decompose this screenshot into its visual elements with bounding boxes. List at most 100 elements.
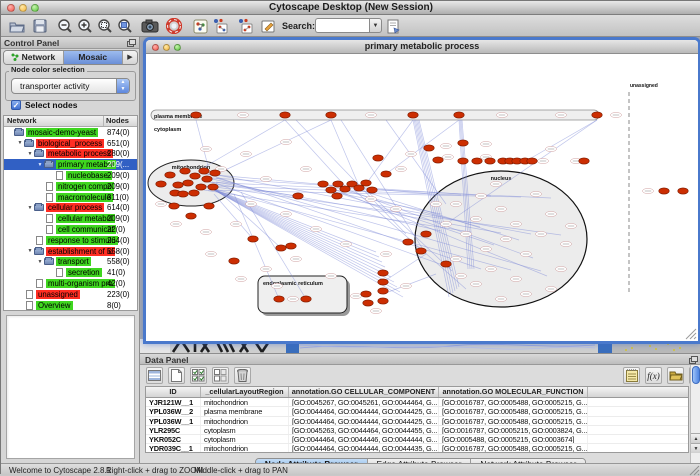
tree-row[interactable]: nucleobase-209(0)	[4, 170, 137, 181]
gene-node[interactable]	[208, 184, 218, 190]
network-canvas[interactable]: plasma membrane cytoplasm mitochondrion …	[146, 54, 698, 341]
tree-node-label[interactable]: unassigned	[36, 290, 80, 299]
zoom-in-icon[interactable]	[76, 17, 94, 35]
gene-node[interactable]	[421, 231, 431, 237]
table-cell[interactable]: cytoplasm	[201, 426, 289, 434]
gene-node[interactable]	[416, 248, 426, 254]
tree-row[interactable]: cell communicat22(0)	[4, 224, 137, 235]
table-cell[interactable]: YJR121W__1	[146, 398, 201, 406]
zoom-out-icon[interactable]	[56, 17, 74, 35]
gene-node[interactable]	[424, 145, 434, 151]
gene-node[interactable]	[485, 158, 495, 164]
create-network-view-icon[interactable]	[236, 17, 254, 35]
gene-node[interactable]	[156, 181, 166, 187]
gene-node[interactable]	[180, 168, 190, 174]
gene-node[interactable]	[286, 243, 296, 249]
gene-node[interactable]	[318, 181, 328, 187]
gene-node[interactable]	[472, 158, 482, 164]
gene-node[interactable]	[458, 140, 468, 146]
select-nodes-checkbox[interactable]: ✓	[11, 100, 21, 110]
table-cell[interactable]: [GO:0044464, GO:0044444, GO:0044435, G..…	[289, 444, 439, 452]
gene-node[interactable]	[189, 190, 199, 196]
tree-node-label[interactable]: secretion	[66, 268, 102, 277]
tree-row[interactable]: ▼biological_process651(0)	[4, 138, 137, 149]
tree-node-label[interactable]: transport	[56, 257, 91, 266]
select-all-attributes-icon[interactable]	[190, 367, 207, 384]
gene-node[interactable]	[403, 239, 413, 245]
gene-node[interactable]	[454, 112, 464, 118]
gene-node[interactable]	[579, 158, 589, 164]
table-cell[interactable]: [GO:0016787, GO:0005215, GO:0003824, G..…	[439, 426, 588, 434]
gene-node[interactable]	[363, 300, 373, 306]
search-dropdown-icon[interactable]: ▼	[369, 18, 382, 33]
gene-node[interactable]	[199, 168, 209, 174]
gene-node[interactable]	[301, 296, 311, 302]
gene-node[interactable]	[173, 182, 183, 188]
float-data-panel-icon[interactable]	[689, 356, 698, 364]
gene-node[interactable]	[204, 203, 214, 209]
network-view-window[interactable]: primary metabolic process plasma membran…	[146, 40, 698, 341]
table-row[interactable]: YKR052Ccytoplasm[GO:0044464, GO:0044446,…	[146, 435, 688, 444]
table-cell[interactable]: cytoplasm	[201, 435, 289, 443]
save-icon[interactable]	[31, 17, 49, 35]
table-cell[interactable]: [GO:0016787, GO:0005488, GO:0005215, G..…	[439, 417, 588, 425]
delete-attribute-icon[interactable]	[234, 367, 251, 384]
tree-node-label[interactable]: multi-organism pro	[46, 279, 115, 288]
manage-networks-icon[interactable]	[191, 17, 209, 35]
gene-node[interactable]	[458, 158, 468, 164]
column-header-id[interactable]: ID	[146, 387, 201, 397]
tree-row[interactable]: ▼primary metabol209(...	[4, 159, 137, 170]
tree-row[interactable]: ▼transport558(0)	[4, 257, 137, 268]
table-cell[interactable]: [GO:0016787, GO:0005488, GO:0005215, G..…	[439, 444, 588, 452]
tree-column-network[interactable]: Network	[4, 116, 104, 126]
select-attributes-icon[interactable]	[146, 367, 163, 384]
tab-mosaic[interactable]: Mosaic	[64, 51, 124, 64]
gene-node[interactable]	[527, 158, 537, 164]
create-attribute-icon[interactable]	[168, 367, 185, 384]
tree-node-label[interactable]: nitrogen compo	[56, 182, 114, 191]
tree-node-label[interactable]: nucleobase-	[66, 171, 112, 180]
node-color-dropdown[interactable]: transporter activity ▲▼	[11, 78, 130, 94]
copy-network-view-icon[interactable]	[211, 17, 229, 35]
gene-node[interactable]	[202, 176, 212, 182]
tree-row[interactable]: unassigned223(0)	[4, 289, 137, 300]
gene-node[interactable]	[592, 112, 602, 118]
gene-node[interactable]	[326, 112, 336, 118]
tree-row[interactable]: ▼cellular process614(0)	[4, 203, 137, 214]
tree-row[interactable]: cellular metabol209(0)	[4, 213, 137, 224]
gene-node[interactable]	[169, 203, 179, 209]
gene-node[interactable]	[378, 298, 388, 304]
import-attributes-icon[interactable]	[667, 367, 684, 384]
tree-node-label[interactable]: mosaic-demo-yeast	[26, 128, 98, 137]
gene-node[interactable]	[441, 261, 451, 267]
tree-node-label[interactable]: metabolic process	[46, 149, 113, 158]
gene-node[interactable]	[678, 188, 688, 194]
table-cell[interactable]: [GO:0045267, GO:0045261, GO:0044464, G..…	[289, 398, 439, 406]
table-cell[interactable]: YDR039C__1	[146, 444, 201, 452]
tree-expander-icon[interactable]: ▼	[16, 140, 24, 146]
tab-overflow-arrow[interactable]: ▶	[123, 51, 137, 64]
column-header-region[interactable]: _cellularLayoutRegion	[201, 387, 289, 397]
tree-row[interactable]: ▼metabolic process280(0)	[4, 149, 137, 160]
tree-row[interactable]: mosaic-demo-yeast874(0)	[4, 127, 137, 138]
gene-node[interactable]	[333, 181, 343, 187]
table-row[interactable]: YPL036W__1mitochondrion[GO:0044464, GO:0…	[146, 417, 688, 426]
gene-node[interactable]	[183, 180, 193, 186]
column-header-molecular-function[interactable]: annotation.GO MOLECULAR_FUNCTION	[439, 387, 588, 397]
birds-eye-view[interactable]	[6, 315, 135, 459]
table-cell[interactable]: plasma membrane	[201, 407, 289, 415]
snapshot-icon[interactable]	[141, 17, 159, 35]
tree-row[interactable]: multi-organism pro42(0)	[4, 278, 137, 289]
zoom-selected-icon[interactable]	[116, 17, 134, 35]
tree-expander-icon[interactable]: ▼	[36, 162, 44, 168]
gene-node[interactable]	[326, 187, 336, 193]
tree-expander-icon[interactable]: ▼	[26, 151, 34, 157]
open-icon[interactable]	[8, 17, 26, 35]
scroll-down-icon[interactable]: ▼	[691, 443, 700, 453]
gene-node[interactable]	[274, 296, 284, 302]
table-cell[interactable]: [GO:0016787, GO:0005488, GO:0005215, G..…	[439, 407, 588, 415]
tree-expander-icon[interactable]: ▼	[26, 205, 34, 211]
tree-node-label[interactable]: establishment of lo	[46, 247, 115, 256]
table-cell[interactable]: YKR052C	[146, 435, 201, 443]
search-input[interactable]	[315, 18, 369, 33]
